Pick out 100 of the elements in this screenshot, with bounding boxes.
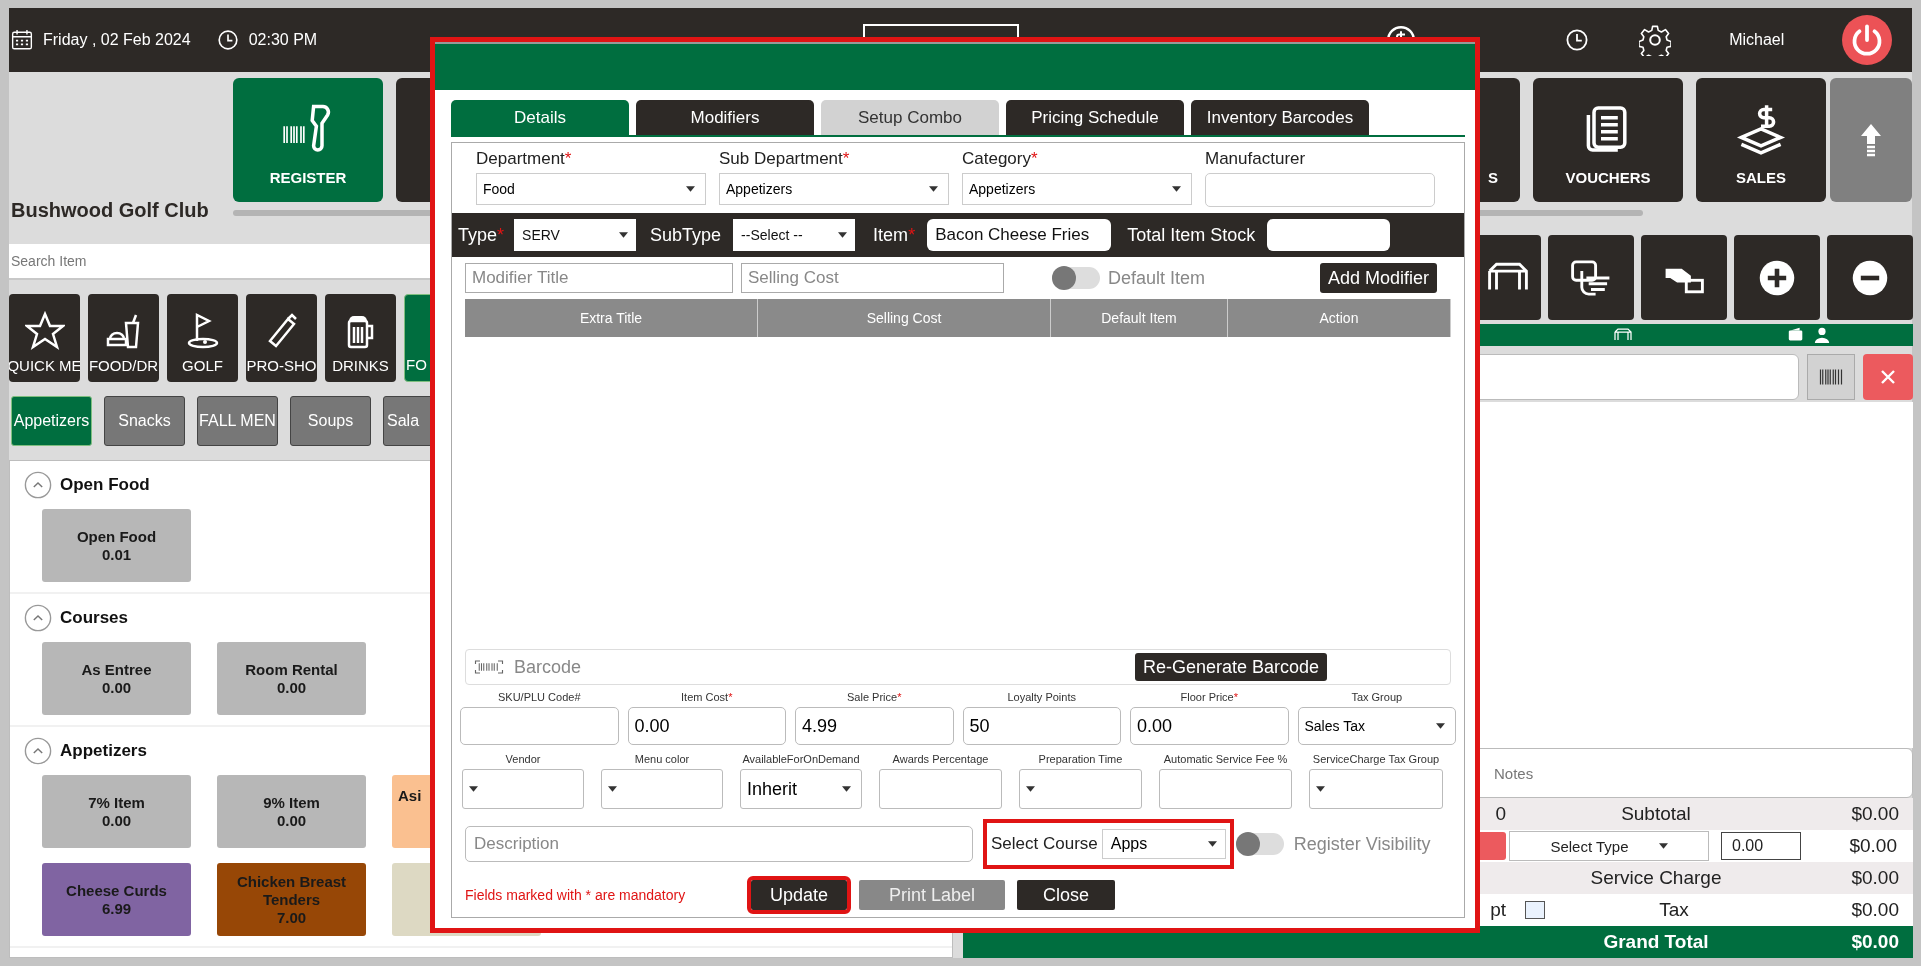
subcategory-tab[interactable]: FALL MEN [197,396,278,446]
dropdown[interactable]: Apps [1101,829,1226,859]
dropdown[interactable]: Appetizers [719,173,949,205]
input-field[interactable] [460,707,619,745]
dropdown[interactable] [1019,769,1142,809]
item-tile[interactable]: Cheese Curds 6.99 [42,863,191,936]
field-label: Tax Group [1350,691,1404,703]
clear-button[interactable] [1863,354,1913,400]
dropdown[interactable]: --Select -- [733,219,856,251]
field-label: Sale Price* [846,691,903,703]
subcategory-tab[interactable]: Snacks [104,396,185,446]
subcategory-tab[interactable]: Soups [290,396,371,446]
field-label: Type* [458,224,505,246]
input-field[interactable]: Selling Cost [741,263,1004,293]
caret-icon [1658,843,1668,849]
toggle-switch[interactable] [1052,267,1100,289]
category-button[interactable]: GOLF [167,294,238,382]
field-label: Floor Price* [1179,691,1239,703]
caret-icon [1316,786,1325,792]
input-field[interactable] [879,769,1002,809]
section-title: Appetizers [60,741,147,761]
input-field[interactable]: 4.99 [795,707,954,745]
barcode-button[interactable] [1807,354,1855,400]
calendar-icon [11,29,33,51]
input-field[interactable] [1267,219,1391,251]
tab[interactable]: Details [451,100,629,135]
dropdown[interactable]: Appetizers [962,173,1192,205]
menu-tile[interactable]: REGISTER [233,78,383,202]
total-label: Grand Total [1602,931,1710,953]
placeholder-text: Barcode [514,656,582,678]
dialog-button[interactable]: Close [1017,880,1115,910]
input-field[interactable]: Modifier Title [465,263,733,293]
dropdown[interactable]: Sales Tax [1297,707,1456,745]
caret-icon [1172,186,1181,192]
action-button[interactable] [1734,235,1820,320]
input-field[interactable]: 0.00 [1130,707,1289,745]
collapse-icon[interactable] [24,737,52,765]
date-text: Friday , 02 Feb 2024 [43,31,191,49]
dropdown[interactable]: SERV [514,219,637,251]
item-tile[interactable]: Open Food 0.01 [42,509,191,582]
input-field[interactable] [1205,173,1435,207]
caret-icon [842,786,851,792]
category-button[interactable]: FOOD/DR [88,294,159,382]
dropdown[interactable] [601,769,723,809]
caret-icon [1436,723,1445,729]
field-label: Select Course [991,834,1098,854]
barcode-field[interactable]: Barcode Re-Generate Barcode [465,649,1451,685]
star-icon [24,311,65,351]
input-field[interactable] [1159,769,1292,809]
dropdown[interactable]: Food [476,173,706,205]
category-button[interactable]: PRO-SHO [246,294,317,382]
section-title: Open Food [60,475,150,495]
item-tile[interactable]: Room Rental 0.00 [217,642,366,715]
collapse-icon[interactable] [24,471,52,499]
dropdown[interactable] [1309,769,1443,809]
regenerate-button[interactable]: Re-Generate Barcode [1134,653,1327,681]
input-field[interactable]: 0.00 [1721,832,1801,860]
toggle-switch[interactable] [1235,833,1284,855]
caret-icon [1026,786,1035,792]
total-value: $0.00 [1850,867,1900,889]
toggle-label: Register Visibility [1293,833,1431,855]
action-button[interactable] [1827,235,1913,320]
field-label: Menu color [633,753,691,765]
action-button[interactable] [1548,235,1634,320]
field-label: Awards Percentage [891,753,990,765]
total-value: $0.00 [1848,835,1898,857]
item-tile[interactable]: As Entree 0.00 [42,642,191,715]
clock-icon [216,29,239,51]
field-label: SubType [650,224,722,246]
field-label: Total Item Stock [1127,224,1256,246]
dropdown[interactable] [462,769,584,809]
input-field[interactable]: 0.00 [627,707,786,745]
subcategory-tab[interactable]: Appetizers [11,396,92,446]
collapse-icon[interactable] [24,604,52,632]
dropdown[interactable]: Select Type [1509,831,1709,861]
menu-tile[interactable]: SALES [1696,78,1826,202]
scroll-up-button[interactable] [1830,78,1912,202]
description-field[interactable]: Description [465,826,973,862]
tab[interactable]: Pricing Schedule [1006,100,1184,135]
mandatory-note: Fields marked with * are mandatory [465,887,687,903]
action-button[interactable] [1641,235,1727,320]
menu-tile[interactable]: VOUCHERS [1533,78,1683,202]
dropdown[interactable]: Inherit [740,769,862,809]
tab[interactable]: Modifiers [636,100,814,135]
power-button[interactable] [1842,15,1893,65]
input-field[interactable]: Bacon Cheese Fries [927,219,1112,251]
field-label: Vendor [504,753,542,765]
category-button[interactable]: QUICK ME [9,294,80,382]
item-tile[interactable]: 7% Item 0.00 [42,775,191,848]
field-label: Department* [476,149,573,169]
tab[interactable]: Inventory Barcodes [1191,100,1369,135]
field-label: Automatic Service Fee % [1162,753,1289,765]
category-button[interactable]: DRINKS [325,294,396,382]
total-value: $0.00 [1850,899,1900,921]
checkbox[interactable] [1525,901,1545,919]
column-header: Default Item [1051,299,1228,337]
input-field[interactable]: 50 [962,707,1121,745]
add-modifier-button[interactable]: Add Modifier [1319,263,1437,293]
field-label: ServiceCharge Tax Group [1311,753,1441,765]
item-tile[interactable]: 9% Item 0.00 [217,775,366,848]
